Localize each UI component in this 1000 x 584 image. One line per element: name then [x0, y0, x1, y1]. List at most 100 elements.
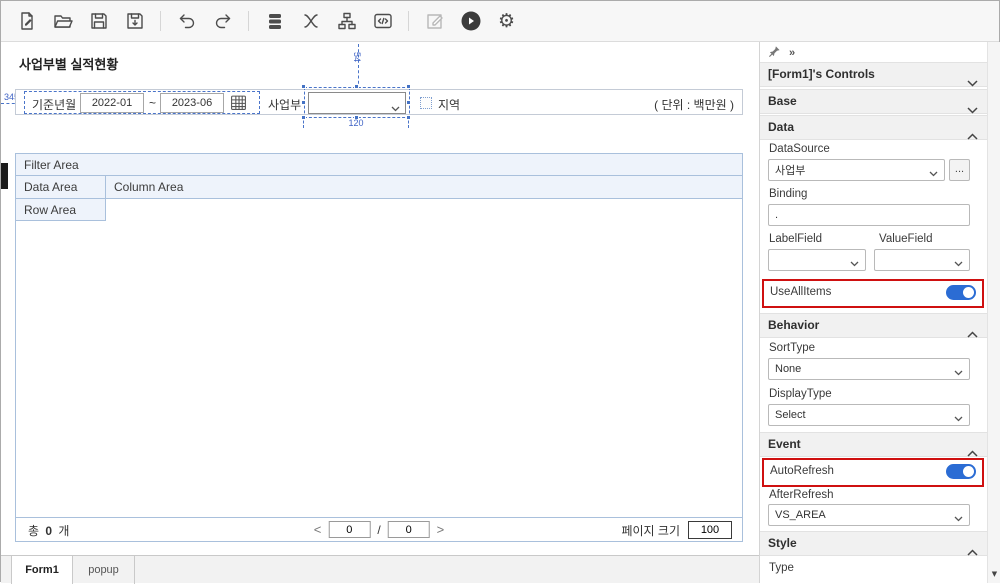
form-tabbar: Form1 popup	[1, 555, 759, 584]
chevron-down-icon	[954, 367, 963, 379]
resize-handle[interactable]	[301, 100, 306, 105]
app-window: ⚙ 사업부별 실적현황 54 345 기준년월 ~ 사업부	[0, 0, 1000, 584]
save-all-icon	[125, 11, 145, 31]
page-divider: /	[377, 522, 381, 537]
hierarchy-icon	[337, 11, 357, 31]
chevron-down-icon	[954, 413, 963, 425]
panel-scrollbar[interactable]: ▼	[987, 42, 1000, 583]
toolbar-separator	[160, 11, 161, 31]
displaytype-select[interactable]: Select	[768, 404, 970, 426]
datasource-value: 사업부	[775, 165, 806, 177]
data-header-label: Data	[768, 120, 795, 134]
sorttype-select[interactable]: None	[768, 358, 970, 380]
total-value: 0	[45, 524, 53, 538]
valuefield-label: ValueField	[879, 233, 933, 245]
properties-panel: » [Form1]'s Controls Base Data DataSourc…	[759, 42, 1000, 583]
chevron-up-icon	[967, 125, 978, 148]
settings-button[interactable]: ⚙	[493, 8, 520, 35]
next-page-button[interactable]: >	[437, 521, 445, 538]
region-checkbox-icon[interactable]	[420, 97, 432, 109]
dropdown-selection-outline	[304, 87, 410, 118]
chevron-up-icon	[967, 541, 978, 564]
date-to-input[interactable]	[160, 93, 224, 113]
hierarchy-button[interactable]	[333, 8, 360, 35]
afterrefresh-select[interactable]: VS_AREA	[768, 504, 970, 526]
redo-button[interactable]	[209, 8, 236, 35]
calendar-icon[interactable]	[230, 94, 247, 114]
binding-label: Binding	[769, 188, 808, 200]
resize-handle[interactable]	[406, 84, 411, 89]
section-behavior[interactable]: Behavior	[760, 313, 988, 338]
tab-form1[interactable]: Form1	[11, 556, 73, 584]
resize-handle[interactable]	[406, 100, 411, 105]
chevron-down-icon	[954, 258, 963, 270]
relation-icon	[301, 11, 321, 31]
datasource-select[interactable]: 사업부	[768, 159, 945, 181]
code-button[interactable]	[369, 8, 396, 35]
unit-note: ( 단위 : 백만원 )	[654, 98, 734, 112]
current-page-input[interactable]	[328, 521, 371, 538]
redo-icon	[213, 11, 233, 31]
region-label: 지역	[438, 98, 461, 112]
page-size-label: 페이지 크기	[621, 523, 680, 538]
new-file-button[interactable]	[13, 8, 40, 35]
controls-header[interactable]: [Form1]'s Controls	[760, 62, 988, 87]
range-separator: ~	[149, 96, 157, 110]
total-page-input[interactable]	[387, 521, 430, 538]
save-all-button[interactable]	[121, 8, 148, 35]
section-data[interactable]: Data	[760, 115, 988, 140]
pin-icon[interactable]	[768, 45, 781, 61]
open-folder-button[interactable]	[49, 8, 76, 35]
toggle-knob	[963, 466, 974, 477]
total-count: 총 0 개	[28, 522, 69, 539]
dept-label: 사업부	[268, 98, 302, 112]
resize-handle[interactable]	[301, 84, 306, 89]
run-icon	[460, 10, 482, 32]
toolbar-separator	[248, 11, 249, 31]
column-area[interactable]: Column Area	[106, 176, 742, 198]
row-area[interactable]: Row Area	[16, 199, 106, 221]
afterrefresh-value: VS_AREA	[775, 509, 826, 521]
run-button[interactable]	[457, 8, 484, 35]
database-icon	[265, 11, 285, 31]
tab-popup[interactable]: popup	[73, 556, 135, 584]
section-event[interactable]: Event	[760, 432, 988, 457]
main-toolbar: ⚙	[1, 1, 999, 42]
datasource-label: DataSource	[769, 143, 830, 155]
binding-input[interactable]	[768, 204, 970, 226]
resize-handle[interactable]	[354, 84, 359, 89]
undo-button[interactable]	[173, 8, 200, 35]
gear-icon: ⚙	[497, 9, 516, 32]
code-icon	[373, 11, 393, 31]
scroll-down-button[interactable]: ▼	[988, 566, 1000, 582]
dock-grip[interactable]	[1, 163, 8, 189]
undo-icon	[177, 11, 197, 31]
data-area[interactable]: Data Area	[16, 176, 106, 198]
edit-button[interactable]	[421, 8, 448, 35]
chevron-down-icon	[954, 513, 963, 525]
prev-page-button[interactable]: <	[314, 521, 322, 538]
database-button[interactable]	[261, 8, 288, 35]
filter-bar: 기준년월 ~ 사업부 지역 ( 단위 : 백만원 )	[15, 84, 743, 120]
date-from-input[interactable]	[80, 93, 144, 113]
section-base[interactable]: Base	[760, 89, 988, 114]
labelfield-select[interactable]	[768, 249, 866, 271]
type-label: Type	[769, 562, 794, 574]
valuefield-select[interactable]	[874, 249, 970, 271]
labelfield-label: LabelField	[769, 233, 823, 245]
autorefresh-toggle[interactable]	[946, 464, 976, 479]
edit-icon	[425, 11, 445, 31]
save-button[interactable]	[85, 8, 112, 35]
section-style[interactable]: Style	[760, 531, 988, 556]
datasource-more-button[interactable]: ...	[949, 159, 970, 181]
measure-line-top	[358, 44, 359, 89]
filter-area[interactable]: Filter Area	[16, 154, 742, 176]
design-canvas: 사업부별 실적현황 54 345 기준년월 ~ 사업부	[1, 42, 759, 584]
useallitems-toggle[interactable]	[946, 285, 976, 300]
toolbar-separator	[408, 11, 409, 31]
new-file-icon	[17, 11, 37, 31]
collapse-panel-button[interactable]: »	[789, 47, 795, 59]
controls-header-label: [Form1]'s Controls	[768, 67, 875, 81]
page-size-input[interactable]	[688, 521, 732, 539]
relation-button[interactable]	[297, 8, 324, 35]
